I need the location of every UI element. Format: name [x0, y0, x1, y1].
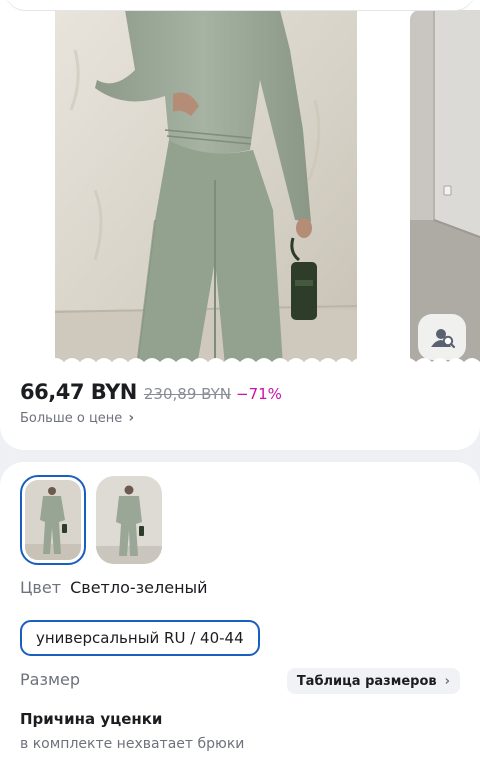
old-price: 230,89 BYN [143, 385, 231, 403]
markdown-reason-title: Причина уценки [20, 710, 163, 728]
discount-badge: −71% [236, 385, 282, 403]
size-label: Размер [20, 670, 81, 689]
product-photo-main[interactable] [55, 10, 357, 366]
next-photo-illustration [410, 10, 480, 366]
size-option-chip[interactable]: универсальный RU / 40-44 [20, 620, 260, 656]
image-search-icon [431, 329, 455, 349]
search-by-photo-button[interactable] [418, 314, 466, 360]
price-details-link[interactable]: Больше о цене › [20, 410, 134, 426]
mute-button[interactable] [350, 318, 394, 356]
markdown-reason-text: в комплекте нехватает брюки [20, 736, 245, 752]
carousel-bottom-edge [0, 358, 480, 372]
product-photo-illustration [55, 10, 357, 366]
current-price: 66,47 BYN [20, 380, 137, 404]
variant-photo-2 [96, 476, 162, 564]
header-card-edge [5, 0, 475, 10]
color-variant-thumb-selected[interactable] [20, 475, 86, 565]
chevron-right-icon: › [444, 673, 450, 689]
variant-photo-1 [25, 480, 81, 560]
color-label: Цвет [20, 578, 62, 597]
speaker-muted-icon [358, 324, 389, 350]
product-options-card: Цвет Светло-зеленый универсальный RU / 4… [0, 462, 480, 782]
product-photo-carousel[interactable] [0, 0, 480, 372]
color-variant-thumb[interactable] [96, 476, 162, 564]
color-value: Светло-зеленый [70, 578, 208, 597]
price-card: 66,47 BYN 230,89 BYN −71% Больше о цене … [0, 372, 480, 450]
product-photo-next[interactable] [410, 10, 480, 366]
size-table-label: Таблица размеров [296, 673, 437, 689]
price-details-label: Больше о цене [20, 410, 123, 426]
price-row: 66,47 BYN 230,89 BYN −71% [20, 380, 282, 404]
size-table-button[interactable]: Таблица размеров › [286, 668, 460, 694]
color-selection: Цвет Светло-зеленый [20, 578, 208, 597]
chevron-right-icon: › [128, 410, 135, 426]
